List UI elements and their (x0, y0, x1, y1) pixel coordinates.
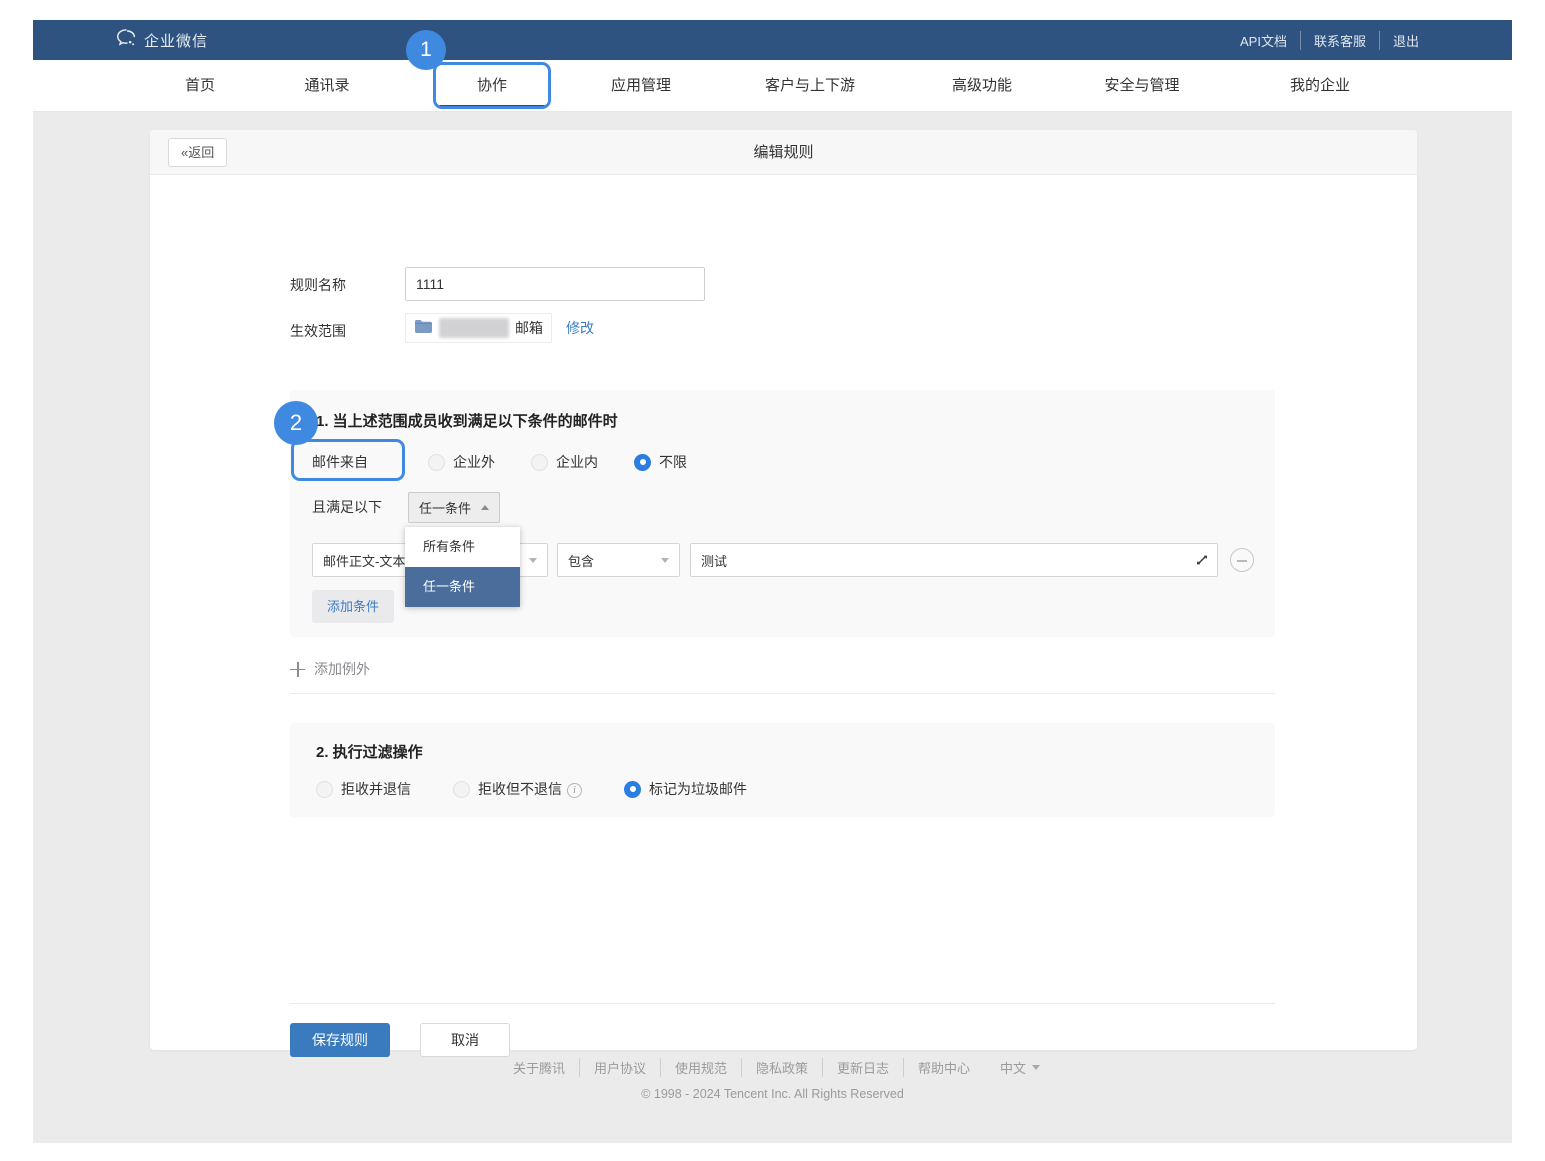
mail-from-row: 邮件来自 企业外 企业内 不限 (312, 452, 687, 472)
scope-suffix-label: 邮箱 (515, 318, 543, 338)
page-footer: 关于腾讯 用户协议 使用规范 隐私政策 更新日志 帮助中心 中文 © 1998 … (33, 1052, 1512, 1101)
condition-section-title: 1. 当上述范围成员收到满足以下条件的邮件时 (316, 410, 618, 431)
mail-from-label: 邮件来自 (312, 452, 368, 472)
edit-rule-card: «返回 编辑规则 规则名称 生效范围 邮箱 修改 1. 当上述范围成 (150, 130, 1417, 1050)
wecom-bubble-icon (115, 27, 137, 54)
radio-option-label: 企业内 (556, 452, 598, 472)
remove-condition-icon[interactable] (1230, 548, 1254, 572)
copyright-text: © 1998 - 2024 Tencent Inc. All Rights Re… (33, 1087, 1512, 1101)
actions-divider (290, 1003, 1275, 1004)
menu-item-all-conditions[interactable]: 所有条件 (405, 527, 520, 567)
scope-chip: 邮箱 (405, 313, 552, 343)
topbar-links: API文档 联系客服 退出 (1227, 31, 1432, 50)
tab-customers[interactable]: 客户与上下游 (765, 60, 855, 112)
condition-field-value: 邮件正文-文本 (323, 551, 405, 570)
add-exception-label: 添加例外 (314, 659, 370, 679)
api-docs-link[interactable]: API文档 (1227, 31, 1300, 50)
radio-circle (453, 781, 470, 798)
card-body: 规则名称 生效范围 邮箱 修改 1. 当上述范围成员收到满足以下条件的邮件时 (150, 175, 1417, 1050)
caret-down-icon (1032, 1065, 1040, 1070)
add-condition-button[interactable]: 添加条件 (312, 590, 394, 623)
condition-operator-select[interactable]: 包含 (557, 543, 680, 577)
radio-option-label: 拒收并退信 (341, 779, 411, 799)
tab-home[interactable]: 首页 (185, 60, 215, 112)
footer-links: 关于腾讯 用户协议 使用规范 隐私政策 更新日志 帮助中心 中文 (499, 1058, 1046, 1077)
condition-value-wrap (690, 543, 1218, 577)
radio-circle (316, 781, 333, 798)
main-nav-tabs: 首页 通讯录 协作 应用管理 客户与上下游 高级功能 安全与管理 我的企业 (33, 60, 1512, 112)
app-logo: 企业微信 (115, 27, 208, 54)
tab-collaboration-label: 协作 (477, 77, 507, 94)
radio-circle-selected (624, 781, 641, 798)
radio-circle (531, 454, 548, 471)
card-header: «返回 编辑规则 (150, 130, 1417, 175)
tab-security-management[interactable]: 安全与管理 (1104, 60, 1179, 112)
radio-circle-selected (634, 454, 651, 471)
filter-action-row: 拒收并退信 拒收但不退信i 标记为垃圾邮件 (316, 779, 747, 799)
radio-option-label: 拒收但不退信i (478, 779, 582, 799)
radio-option-mark-spam[interactable]: 标记为垃圾邮件 (624, 779, 747, 799)
chevron-down-icon (529, 558, 537, 563)
condition-value-input[interactable] (690, 543, 1218, 577)
expand-icon[interactable] (1194, 552, 1210, 568)
radio-option-reject-no-bounce[interactable]: 拒收但不退信i (453, 779, 582, 799)
tab-my-company[interactable]: 我的企业 (1290, 60, 1350, 112)
tab-advanced-features[interactable]: 高级功能 (952, 60, 1012, 112)
footer-link-help[interactable]: 帮助中心 (903, 1058, 984, 1077)
rule-name-label: 规则名称 (290, 275, 346, 295)
match-condition-label: 且满足以下 (302, 492, 392, 523)
match-mode-value: 任一条件 (419, 498, 471, 517)
language-selector[interactable]: 中文 (984, 1058, 1046, 1077)
rule-name-input[interactable] (405, 267, 705, 301)
radio-option-unlimited[interactable]: 不限 (634, 452, 687, 472)
logo-text: 企业微信 (144, 30, 208, 51)
chevron-down-icon (661, 558, 669, 563)
condition-section-panel: 1. 当上述范围成员收到满足以下条件的邮件时 邮件来自 企业外 企业内 不限 (290, 390, 1275, 637)
footer-link-privacy[interactable]: 隐私政策 (741, 1058, 822, 1077)
menu-item-any-condition[interactable]: 任一条件 (405, 567, 520, 607)
scope-label: 生效范围 (290, 321, 346, 341)
redacted-scope-name (439, 318, 509, 338)
radio-option-label: 不限 (659, 452, 687, 472)
page-title: 编辑规则 (150, 130, 1417, 175)
footer-link-agreement[interactable]: 用户协议 (579, 1058, 660, 1077)
scope-row: 邮箱 修改 (405, 313, 594, 343)
match-mode-dropdown-trigger[interactable]: 任一条件 (408, 492, 500, 523)
plus-icon (290, 662, 305, 677)
info-icon[interactable]: i (567, 783, 582, 798)
contact-support-link[interactable]: 联系客服 (1300, 31, 1379, 50)
folder-icon (414, 318, 433, 339)
logout-link[interactable]: 退出 (1379, 31, 1432, 50)
filter-action-title: 2. 执行过滤操作 (316, 741, 423, 762)
match-mode-dropdown-menu: 所有条件 任一条件 (405, 527, 520, 607)
tab-collaboration[interactable]: 协作 (477, 60, 507, 112)
condition-operator-value: 包含 (568, 551, 594, 570)
chevron-up-icon (481, 505, 489, 510)
add-exception-link[interactable]: 添加例外 (290, 659, 370, 679)
radio-option-label: 标记为垃圾邮件 (649, 779, 747, 799)
footer-link-about[interactable]: 关于腾讯 (499, 1058, 579, 1077)
footer-link-usage[interactable]: 使用规范 (660, 1058, 741, 1077)
filter-action-panel: 2. 执行过滤操作 拒收并退信 拒收但不退信i 标记为垃圾邮件 (290, 723, 1275, 817)
radio-option-reject-bounce[interactable]: 拒收并退信 (316, 779, 411, 799)
tab-contacts[interactable]: 通讯录 (304, 60, 349, 112)
footer-link-changelog[interactable]: 更新日志 (822, 1058, 903, 1077)
top-navbar: 企业微信 API文档 联系客服 退出 (33, 20, 1512, 60)
radio-option-label: 企业外 (453, 452, 495, 472)
radio-option-internal[interactable]: 企业内 (531, 452, 598, 472)
radio-circle (428, 454, 445, 471)
section-divider (290, 693, 1275, 694)
active-tab-underline (439, 105, 544, 108)
tab-app-management[interactable]: 应用管理 (611, 60, 671, 112)
language-label: 中文 (1000, 1058, 1026, 1077)
radio-option-external[interactable]: 企业外 (428, 452, 495, 472)
modify-scope-link[interactable]: 修改 (566, 318, 594, 338)
